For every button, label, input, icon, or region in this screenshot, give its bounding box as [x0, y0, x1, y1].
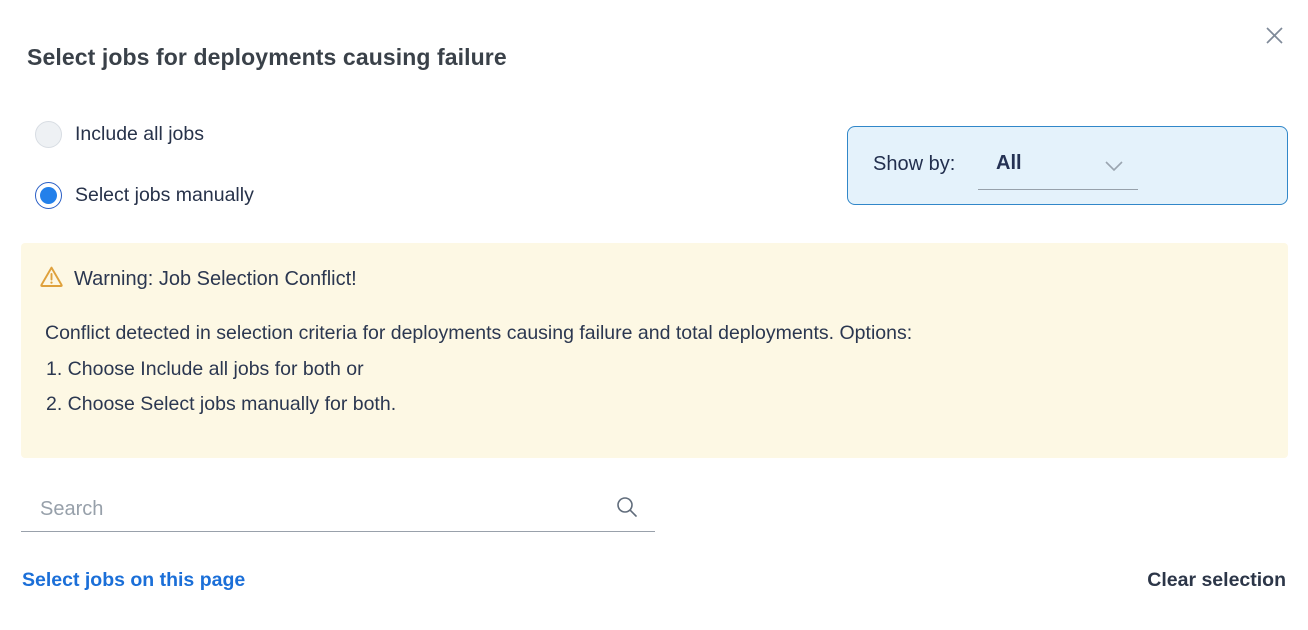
- warning-header: Warning: Job Selection Conflict!: [39, 265, 357, 294]
- show-by-dropdown[interactable]: All: [978, 145, 1138, 190]
- show-by-label: Show by:: [873, 153, 955, 176]
- radio-unselected-icon[interactable]: [35, 121, 62, 148]
- radio-select-jobs-manually-label: Select jobs manually: [75, 184, 254, 207]
- close-button[interactable]: [1256, 19, 1292, 55]
- warning-message: Conflict detected in selection criteria …: [45, 322, 912, 345]
- search-field: [21, 488, 655, 532]
- radio-selected-icon[interactable]: [35, 182, 62, 209]
- radio-include-all-jobs[interactable]: Include all jobs: [35, 121, 204, 148]
- warning-option-1: 1. Choose Include all jobs for both or: [46, 358, 364, 381]
- radio-select-jobs-manually[interactable]: Select jobs manually: [35, 182, 254, 209]
- show-by-selected-value: All: [996, 152, 1022, 175]
- warning-triangle-icon: [39, 265, 64, 294]
- radio-selected-dot: [40, 187, 57, 204]
- radio-include-all-jobs-label: Include all jobs: [75, 123, 204, 146]
- warning-option-2: 2. Choose Select jobs manually for both.: [46, 393, 396, 416]
- search-input[interactable]: [40, 492, 600, 526]
- job-selection-dialog: Select jobs for deployments causing fail…: [0, 0, 1308, 630]
- warning-banner: Warning: Job Selection Conflict! Conflic…: [21, 243, 1288, 458]
- search-icon[interactable]: [615, 495, 639, 524]
- chevron-down-icon: [1104, 159, 1124, 177]
- clear-selection-button[interactable]: Clear selection: [1147, 569, 1286, 592]
- dialog-title: Select jobs for deployments causing fail…: [27, 44, 507, 71]
- warning-heading: Warning: Job Selection Conflict!: [74, 268, 357, 291]
- select-jobs-on-page-link[interactable]: Select jobs on this page: [22, 569, 245, 592]
- close-icon: [1263, 24, 1286, 50]
- show-by-panel: Show by: All: [847, 126, 1288, 205]
